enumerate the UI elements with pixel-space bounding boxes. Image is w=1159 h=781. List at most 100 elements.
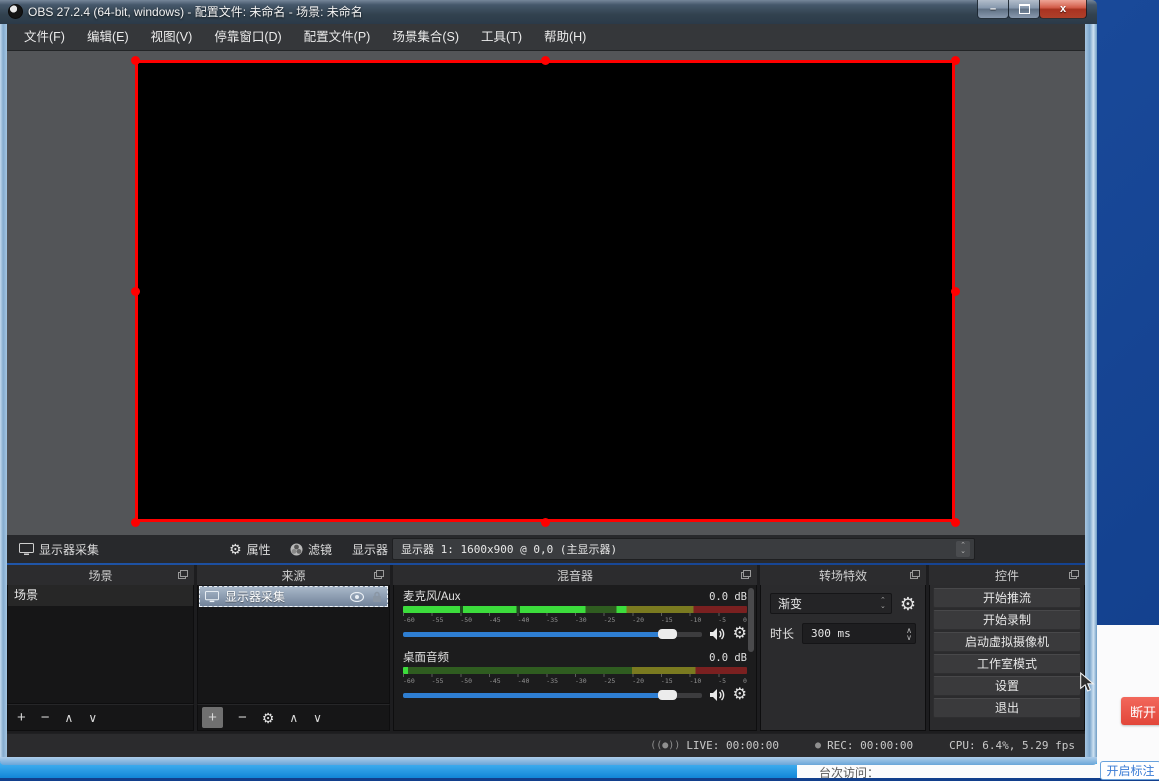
transitions-dock: 转场特效 渐变 ⌃⌄ ⚙ 时长 300 ms ∧∨ bbox=[760, 565, 926, 731]
source-context-toolbar: 显示器采集 ⚙ 属性 滤镜 显示器 显示器 1: 1600x900 @ 0,0 … bbox=[7, 535, 1085, 563]
eye-visibility-icon[interactable] bbox=[350, 592, 364, 602]
window-border-right bbox=[1085, 24, 1097, 757]
scenes-dock-title: 场景 bbox=[88, 567, 112, 584]
menu-tools[interactable]: 工具(T) bbox=[470, 24, 533, 50]
undock-icon[interactable] bbox=[910, 570, 920, 579]
resize-handle-bottom-right[interactable] bbox=[951, 518, 960, 527]
menu-scene-collection[interactable]: 场景集合(S) bbox=[381, 24, 470, 50]
sources-list[interactable]: 显示器采集 bbox=[197, 585, 390, 704]
add-scene-button[interactable]: + bbox=[17, 709, 26, 726]
menu-profile[interactable]: 配置文件(P) bbox=[293, 24, 382, 50]
resize-handle-top-left[interactable] bbox=[131, 56, 140, 65]
resize-handle-top-right[interactable] bbox=[951, 56, 960, 65]
resize-handle-bottom-left[interactable] bbox=[131, 518, 140, 527]
transitions-dock-header[interactable]: 转场特效 bbox=[760, 565, 926, 585]
add-source-button[interactable]: + bbox=[202, 707, 223, 728]
menu-file[interactable]: 文件(F) bbox=[13, 24, 76, 50]
volume-slider-handle[interactable] bbox=[658, 629, 677, 639]
start-virtual-camera-button[interactable]: 启动虚拟摄像机 bbox=[933, 632, 1081, 652]
controls-body: 开始推流 开始录制 启动虚拟摄像机 工作室模式 设置 退出 bbox=[929, 585, 1085, 731]
rec-time: REC: 00:00:00 bbox=[827, 739, 913, 752]
filters-button[interactable]: 滤镜 bbox=[290, 535, 332, 563]
controls-dock-header[interactable]: 控件 bbox=[929, 565, 1085, 585]
channel-db-value: 0.0 dB bbox=[709, 652, 747, 664]
annotate-button[interactable]: 开启标注 bbox=[1100, 761, 1159, 780]
menu-edit[interactable]: 编辑(E) bbox=[76, 24, 140, 50]
monitor-icon bbox=[205, 591, 219, 603]
menu-docks[interactable]: 停靠窗口(D) bbox=[203, 24, 292, 50]
scenes-list[interactable]: 场景 bbox=[7, 585, 194, 704]
audio-mixer-dock: 混音器 麦克风/Aux 0.0 dB -60-55-50-45-40-35-30… bbox=[393, 565, 757, 731]
filter-wheel-icon bbox=[290, 543, 303, 556]
menu-view[interactable]: 视图(V) bbox=[140, 24, 204, 50]
meter-tick-labels: -60-55-50-45-40-35-30-25-20-15-10-50 bbox=[403, 616, 747, 624]
mouse-cursor bbox=[1078, 672, 1096, 692]
sources-toolbar: + − ⚙ ∧ ∨ bbox=[197, 704, 390, 731]
meter-tick-labels: -60-55-50-45-40-35-30-25-20-15-10-50 bbox=[403, 677, 747, 685]
sources-dock: 来源 显示器采集 + − ⚙ ∧ ∨ bbox=[197, 565, 390, 731]
channel-settings-gear-icon[interactable]: ⚙ bbox=[733, 626, 747, 642]
display-select-dropdown[interactable]: 显示器 1: 1600x900 @ 0,0 (主显示器) ⌃⌄ bbox=[392, 538, 975, 560]
speaker-icon[interactable] bbox=[709, 627, 726, 641]
live-time: LIVE: 00:00:00 bbox=[686, 739, 779, 752]
source-properties-gear-icon[interactable]: ⚙ bbox=[262, 710, 275, 726]
settings-button[interactable]: 设置 bbox=[933, 676, 1081, 696]
dropdown-spinner-icon: ⌃⌄ bbox=[880, 598, 886, 610]
resize-handle-mid-left[interactable] bbox=[131, 287, 140, 296]
maximize-button[interactable] bbox=[1008, 0, 1040, 19]
duration-input[interactable]: 300 ms ∧∨ bbox=[802, 623, 916, 644]
source-item-name: 显示器采集 bbox=[225, 588, 285, 605]
undock-icon[interactable] bbox=[178, 570, 188, 579]
resize-handle-mid-right[interactable] bbox=[951, 287, 960, 296]
transition-settings-gear-icon[interactable]: ⚙ bbox=[900, 596, 916, 612]
mixer-dock-header[interactable]: 混音器 bbox=[393, 565, 757, 585]
speaker-icon[interactable] bbox=[709, 688, 726, 702]
dropdown-spinner-icon[interactable]: ⌃⌄ bbox=[956, 541, 970, 557]
volume-slider-handle[interactable] bbox=[658, 690, 677, 700]
display-select-value: 显示器 1: 1600x900 @ 0,0 (主显示器) bbox=[393, 541, 617, 557]
preview-canvas-source[interactable] bbox=[135, 60, 955, 522]
menu-help[interactable]: 帮助(H) bbox=[533, 24, 597, 50]
scene-up-button[interactable]: ∧ bbox=[65, 711, 74, 725]
studio-mode-button[interactable]: 工作室模式 bbox=[933, 654, 1081, 674]
mixer-scrollbar[interactable] bbox=[748, 588, 754, 652]
disconnect-button-label: 断开 bbox=[1130, 702, 1156, 721]
volume-meter bbox=[403, 606, 747, 613]
remove-source-button[interactable]: − bbox=[238, 709, 247, 726]
source-list-item-selected[interactable]: 显示器采集 bbox=[199, 586, 388, 607]
undock-icon[interactable] bbox=[1069, 570, 1079, 579]
window-titlebar[interactable]: OBS 27.2.4 (64-bit, windows) - 配置文件: 未命名… bbox=[0, 0, 1097, 25]
volume-slider[interactable] bbox=[403, 690, 702, 700]
cpu-fps-stats: CPU: 6.4%, 5.29 fps bbox=[949, 739, 1075, 752]
source-down-button[interactable]: ∨ bbox=[313, 711, 322, 725]
properties-button[interactable]: ⚙ 属性 bbox=[229, 535, 271, 563]
window-border-left bbox=[0, 24, 7, 757]
scenes-toolbar: + − ∧ ∨ bbox=[7, 704, 194, 731]
selected-source: 显示器采集 bbox=[19, 535, 99, 563]
annotate-button-label: 开启标注 bbox=[1106, 762, 1154, 779]
duration-stepper-icon[interactable]: ∧∨ bbox=[906, 627, 912, 641]
channel-db-value: 0.0 dB bbox=[709, 591, 747, 603]
disconnect-button[interactable]: 断开 bbox=[1121, 697, 1159, 725]
resize-handle-top-center[interactable] bbox=[541, 56, 550, 65]
exit-button[interactable]: 退出 bbox=[933, 698, 1081, 718]
scenes-dock-header[interactable]: 场景 bbox=[7, 565, 194, 585]
source-up-button[interactable]: ∧ bbox=[289, 711, 298, 725]
minimize-button[interactable]: – bbox=[977, 0, 1009, 19]
start-streaming-button[interactable]: 开始推流 bbox=[933, 588, 1081, 608]
channel-settings-gear-icon[interactable]: ⚙ bbox=[733, 687, 747, 703]
resize-handle-bottom-center[interactable] bbox=[541, 518, 550, 527]
close-button[interactable]: x bbox=[1039, 0, 1087, 19]
mixer-menu-icon[interactable] bbox=[741, 570, 751, 579]
sources-dock-header[interactable]: 来源 bbox=[197, 565, 390, 585]
transition-select-value: 渐变 bbox=[778, 595, 802, 612]
scene-list-item[interactable]: 场景 bbox=[8, 585, 193, 606]
scene-down-button[interactable]: ∨ bbox=[88, 711, 97, 725]
transitions-dock-title: 转场特效 bbox=[819, 567, 867, 584]
lock-icon[interactable] bbox=[372, 591, 382, 603]
volume-slider[interactable] bbox=[403, 629, 702, 639]
start-recording-button[interactable]: 开始录制 bbox=[933, 610, 1081, 630]
transition-select-dropdown[interactable]: 渐变 ⌃⌄ bbox=[770, 593, 892, 614]
undock-icon[interactable] bbox=[374, 570, 384, 579]
remove-scene-button[interactable]: − bbox=[41, 709, 50, 726]
